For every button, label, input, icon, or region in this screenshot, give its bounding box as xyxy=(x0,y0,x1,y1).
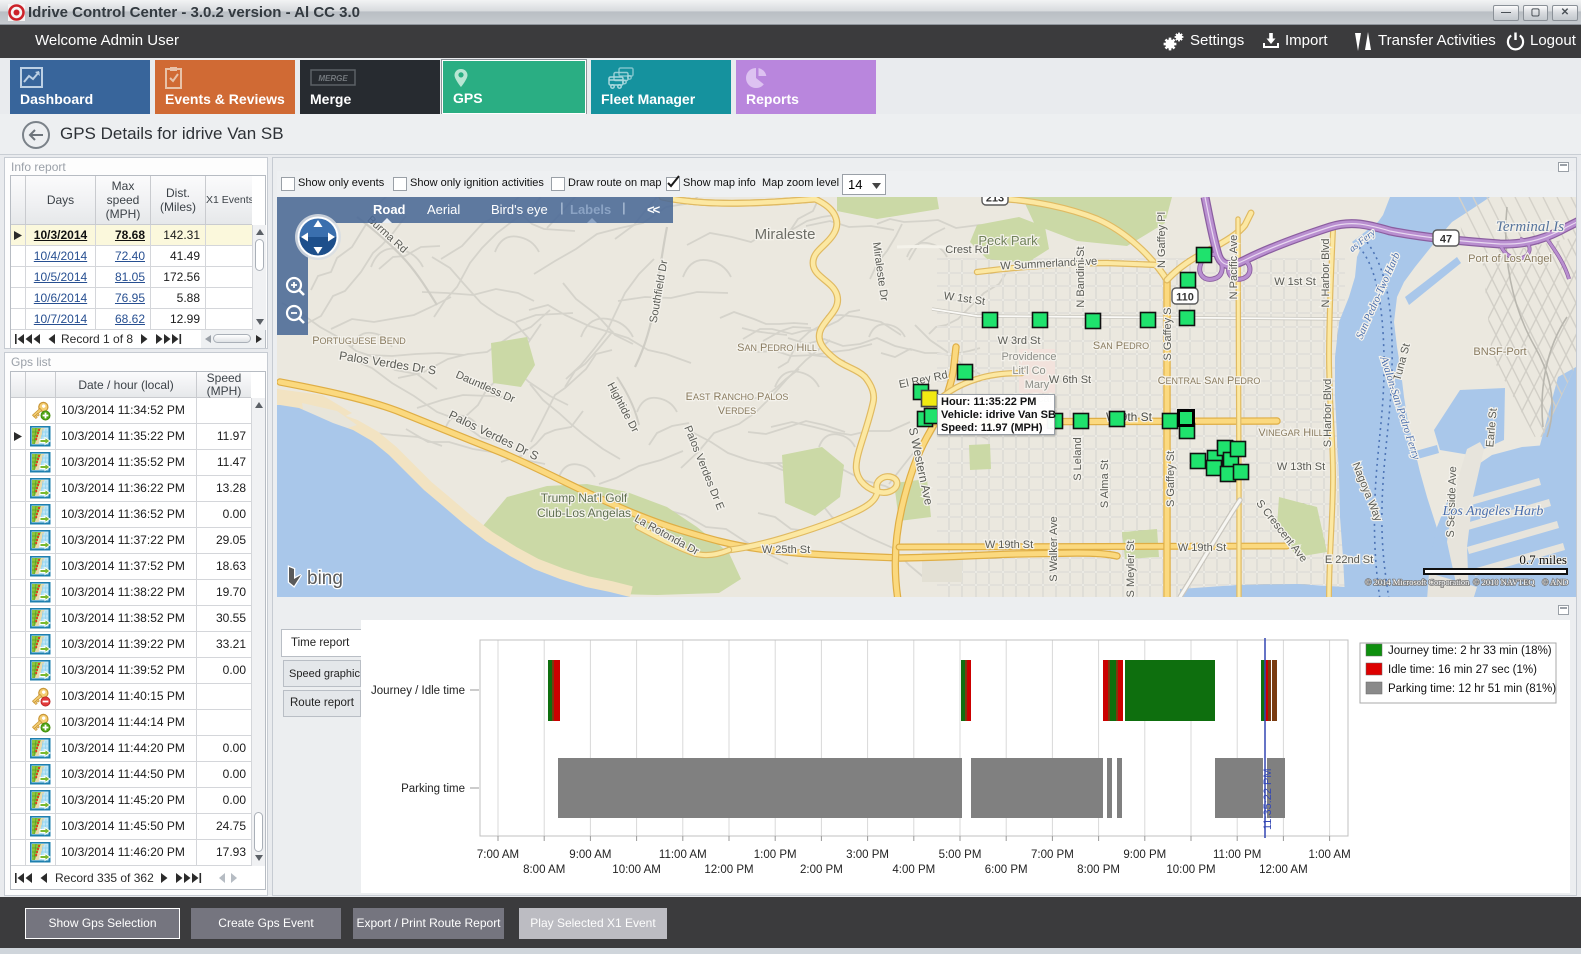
svg-text:12:00 PM: 12:00 PM xyxy=(704,864,753,876)
svg-text:8:00 AM: 8:00 AM xyxy=(523,864,565,876)
svg-text:Journey time: 2 hr 33 min (18%: Journey time: 2 hr 33 min (18%) xyxy=(1388,645,1552,657)
svg-text:SAN PEDRO: SAN PEDRO xyxy=(1093,340,1149,352)
svg-text:SAN PEDRO HILL: SAN PEDRO HILL xyxy=(737,342,817,354)
svg-text:2:00 PM: 2:00 PM xyxy=(800,864,843,876)
svg-text:Mary: Mary xyxy=(1025,379,1050,391)
svg-text:N Pacific Ave: N Pacific Ave xyxy=(1228,235,1240,300)
svg-text:San Pedro-Two Harb: San Pedro-Two Harb xyxy=(1354,250,1403,341)
svg-text:N Bandini St: N Bandini St xyxy=(1075,246,1087,307)
svg-text:0.7 miles: 0.7 miles xyxy=(1519,552,1567,567)
svg-text:9:00 PM: 9:00 PM xyxy=(1123,849,1166,861)
svg-text:Los Angeles Harb: Los Angeles Harb xyxy=(1442,504,1544,519)
svg-text:8:00 PM: 8:00 PM xyxy=(1077,864,1120,876)
svg-text:S Leland: S Leland xyxy=(1072,437,1084,480)
svg-text:9:00 AM: 9:00 AM xyxy=(569,849,611,861)
svg-text:W 1st St: W 1st St xyxy=(1274,276,1316,288)
svg-text:12:00 AM: 12:00 AM xyxy=(1259,864,1308,876)
svg-text:5:00 PM: 5:00 PM xyxy=(939,849,982,861)
svg-text:© AND: © AND xyxy=(1542,577,1569,587)
svg-text:Peck Park: Peck Park xyxy=(978,233,1038,248)
svg-text:Trump Nat'l Golf: Trump Nat'l Golf xyxy=(541,491,628,505)
svg-text:Miraleste: Miraleste xyxy=(755,226,816,243)
svg-text:Providence: Providence xyxy=(1001,351,1056,363)
svg-text:EAST RANCHO PALOS: EAST RANCHO PALOS xyxy=(686,391,789,403)
svg-text:3:00 PM: 3:00 PM xyxy=(846,849,889,861)
svg-text:Journey / Idle time: Journey / Idle time xyxy=(371,685,465,697)
svg-text:Terminal Is: Terminal Is xyxy=(1496,219,1564,235)
svg-text:W 6th St: W 6th St xyxy=(1049,374,1091,386)
svg-text:10:00 AM: 10:00 AM xyxy=(612,864,661,876)
svg-text:MERGE: MERGE xyxy=(318,74,348,83)
svg-text:4:00 PM: 4:00 PM xyxy=(892,864,935,876)
svg-text:Earle St: Earle St xyxy=(1484,408,1499,448)
svg-text:N Harbor Blvd: N Harbor Blvd xyxy=(1320,238,1332,307)
svg-text:S Walker Ave: S Walker Ave xyxy=(1048,516,1060,581)
svg-text:Miraleste Dr: Miraleste Dr xyxy=(870,241,890,302)
svg-text:Dauntless Dr: Dauntless Dr xyxy=(454,369,517,406)
svg-text:S Meyler St: S Meyler St xyxy=(1125,541,1137,597)
svg-text:VINEGAR HILL: VINEGAR HILL xyxy=(1258,427,1323,439)
svg-text:Lit'l Co: Lit'l Co xyxy=(1012,365,1045,377)
svg-text:1:00 AM: 1:00 AM xyxy=(1308,849,1350,861)
svg-text:PORTUGUESE BEND: PORTUGUESE BEND xyxy=(312,335,406,347)
svg-text:BNSF-Port: BNSF-Port xyxy=(1473,346,1526,358)
svg-text:S Harbor Blvd: S Harbor Blvd xyxy=(1322,379,1334,447)
svg-text:110: 110 xyxy=(1176,292,1194,304)
svg-text:11:00 PM: 11:00 PM xyxy=(1213,849,1261,861)
svg-text:as Fery: as Fery xyxy=(1347,227,1378,255)
svg-text:1:00 PM: 1:00 PM xyxy=(754,849,797,861)
svg-text:© 2014 Microsoft Corporation: © 2014 Microsoft Corporation xyxy=(1365,577,1470,587)
svg-text:47: 47 xyxy=(1440,234,1452,246)
svg-text:S Alma St: S Alma St xyxy=(1099,460,1111,508)
svg-text:Port of Los Angel: Port of Los Angel xyxy=(1468,253,1552,265)
svg-text:Southfield Dr: Southfield Dr xyxy=(648,259,671,324)
svg-text:W 19th St: W 19th St xyxy=(985,539,1033,551)
svg-text:Club-Los Angelas: Club-Los Angelas xyxy=(537,506,631,520)
svg-text:W 19th St: W 19th St xyxy=(1178,542,1226,554)
svg-text:S Seaside Ave: S Seaside Ave xyxy=(1445,466,1459,538)
svg-text:Palos Verdes Dr E: Palos Verdes Dr E xyxy=(681,424,726,512)
svg-text:S Gaffey St: S Gaffey St xyxy=(1165,451,1177,507)
svg-text:Parking time: Parking time xyxy=(401,783,465,795)
svg-text:CENTRAL SAN PEDRO: CENTRAL SAN PEDRO xyxy=(1158,375,1261,387)
svg-text:Idle time: 16 min 27 sec (1%): Idle time: 16 min 27 sec (1%) xyxy=(1388,664,1537,676)
svg-text:N Gaffey Pl: N Gaffey Pl xyxy=(1156,212,1168,268)
svg-text:11:00 AM: 11:00 AM xyxy=(659,849,707,861)
svg-text:W 1st St: W 1st St xyxy=(943,290,986,308)
svg-text:W 3rd St: W 3rd St xyxy=(998,335,1041,347)
svg-text:7:00 PM: 7:00 PM xyxy=(1031,849,1074,861)
svg-text:bing: bing xyxy=(307,568,343,589)
svg-text:© 2010 NAVTEQ: © 2010 NAVTEQ xyxy=(1473,577,1535,587)
svg-text:VERDES: VERDES xyxy=(718,405,756,417)
svg-text:Nagoya Way: Nagoya Way xyxy=(1350,461,1385,524)
svg-text:6:00 PM: 6:00 PM xyxy=(985,864,1028,876)
svg-text:Palos Verdes Dr S: Palos Verdes Dr S xyxy=(338,348,437,377)
svg-text:Parking time: 12 hr 51 min (81: Parking time: 12 hr 51 min (81%) xyxy=(1388,683,1556,695)
svg-text:213: 213 xyxy=(986,197,1004,205)
svg-text:7:00 AM: 7:00 AM xyxy=(477,849,519,861)
svg-text:S Crescent Ave: S Crescent Ave xyxy=(1253,498,1309,565)
svg-text:W 25th St: W 25th St xyxy=(762,544,810,556)
svg-text:W 13th St: W 13th St xyxy=(1277,461,1325,473)
svg-text:E 22nd St: E 22nd St xyxy=(1325,554,1373,566)
svg-text:11:35:22 PM: 11:35:22 PM xyxy=(1262,768,1274,830)
svg-text:10:00 PM: 10:00 PM xyxy=(1166,864,1215,876)
svg-text:Hightide Dr: Hightide Dr xyxy=(604,380,641,435)
svg-text:S Gaffey S: S Gaffey S xyxy=(1162,308,1174,361)
